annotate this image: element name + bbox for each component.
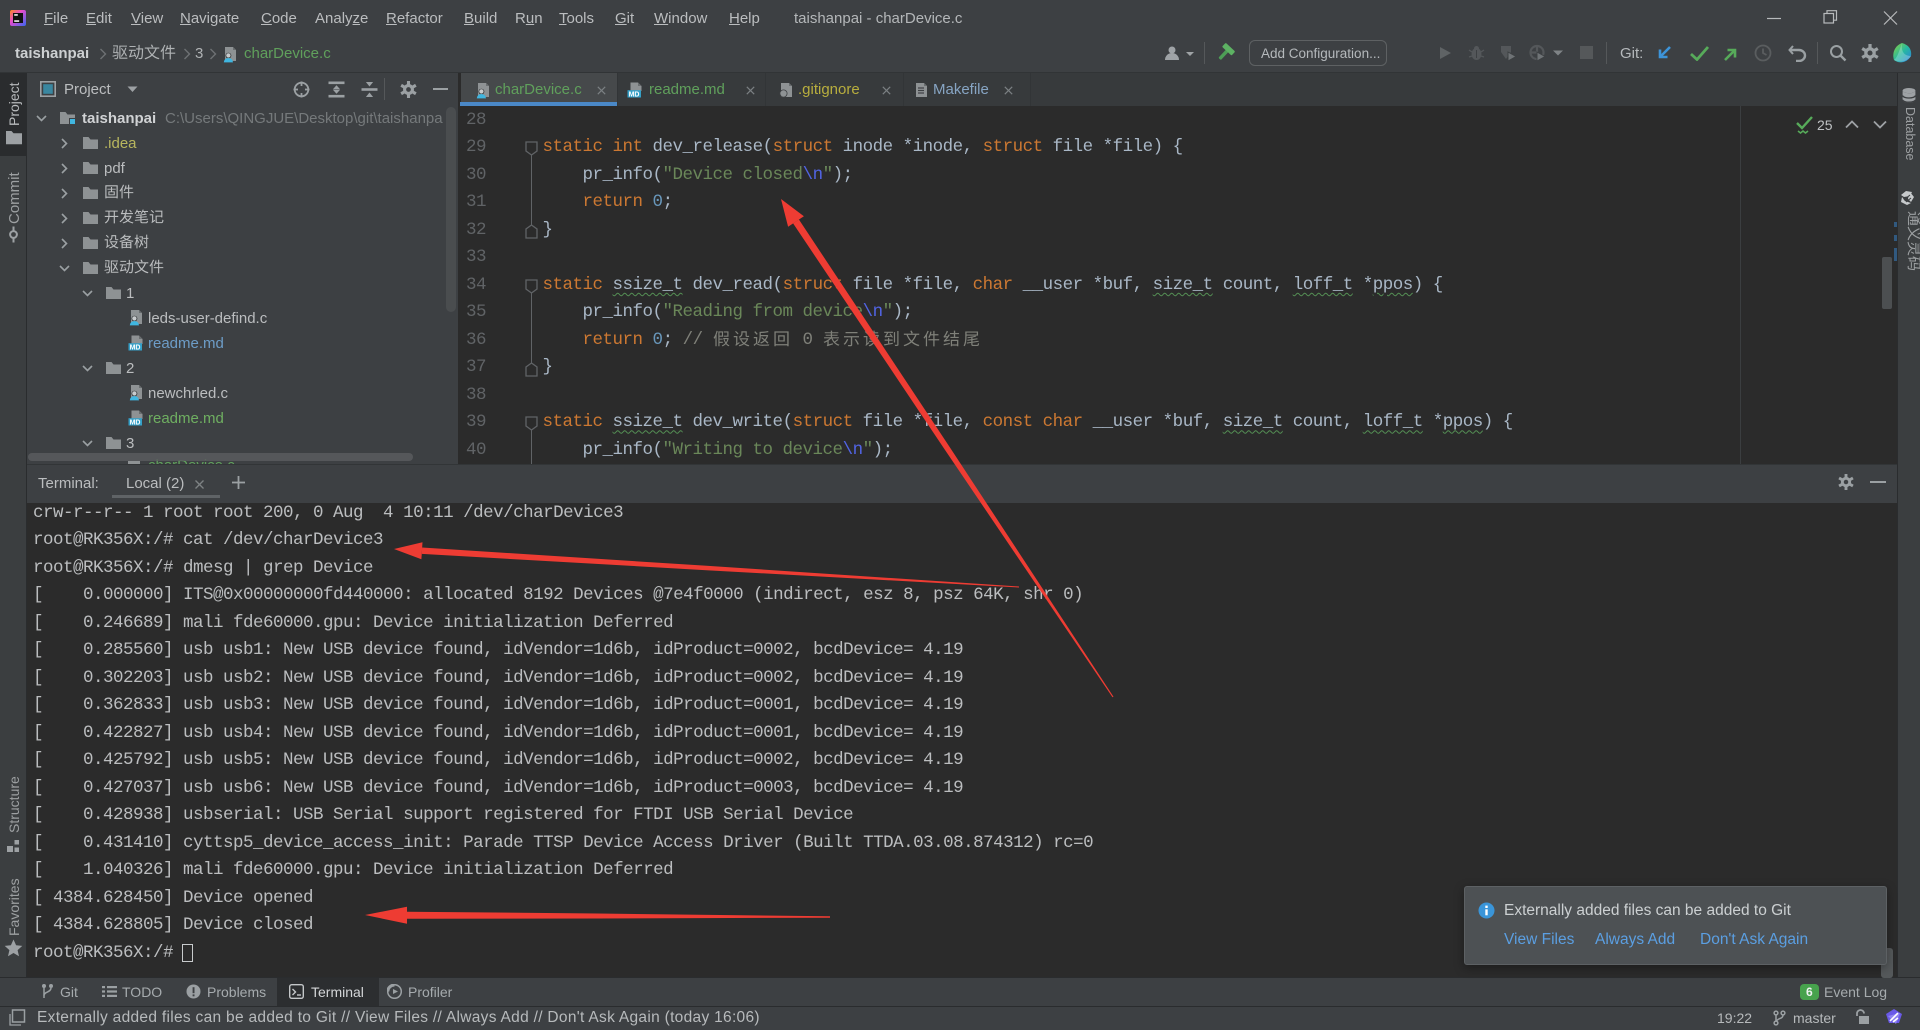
svg-text:MD: MD — [130, 344, 141, 351]
svg-text:MD: MD — [130, 419, 141, 426]
svg-text:MD: MD — [629, 91, 640, 98]
